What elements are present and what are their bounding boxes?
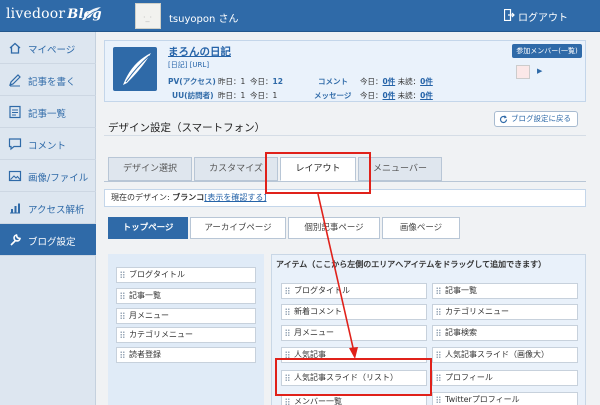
pv-today: 今日：12 bbox=[250, 77, 283, 86]
list-icon bbox=[9, 105, 21, 119]
drag-handle-icon[interactable] bbox=[436, 329, 441, 337]
sidebar-item-analytics[interactable]: アクセス解析 bbox=[0, 192, 96, 224]
tab-design-select[interactable]: デザイン選択 bbox=[108, 157, 192, 181]
username: tsuyopon さん bbox=[169, 14, 239, 25]
user-avatar[interactable]: ·_· bbox=[135, 3, 161, 29]
palette-item[interactable]: ブログタイトル bbox=[281, 283, 427, 299]
sidebar-item-write[interactable]: 記事を書く bbox=[0, 64, 96, 96]
heading-divider bbox=[104, 135, 586, 136]
comment-label: コメント bbox=[318, 77, 348, 86]
view-design-link[interactable]: [表示を確認する] bbox=[204, 193, 266, 202]
blog-title-link[interactable]: まろんの日記 bbox=[168, 44, 231, 59]
blog-icon[interactable] bbox=[113, 47, 157, 91]
uu-yesterday: 昨日：1 bbox=[218, 91, 246, 100]
message-label: メッセージ bbox=[314, 91, 352, 100]
back-to-settings-button[interactable]: ブログ設定に戻る bbox=[494, 111, 578, 127]
chevron-right-icon[interactable]: ▶ bbox=[537, 67, 542, 75]
chart-icon bbox=[10, 203, 20, 214]
drag-handle-icon[interactable] bbox=[120, 351, 125, 359]
layout-item[interactable]: 月メニュー bbox=[116, 308, 256, 324]
house-icon bbox=[9, 42, 21, 54]
palette-item[interactable]: 記事検索 bbox=[432, 325, 578, 341]
sidebar-item-mypage[interactable]: マイページ bbox=[0, 32, 96, 64]
blog-sub-links: [日記] [URL] bbox=[168, 60, 209, 70]
comment-today: 今日：0件 未読：0件 bbox=[360, 77, 433, 86]
refresh-icon bbox=[499, 115, 508, 124]
drag-handle-icon[interactable] bbox=[285, 308, 290, 316]
comment-icon bbox=[8, 138, 22, 151]
drag-handle-icon[interactable] bbox=[285, 287, 290, 295]
layout-item[interactable]: 読者登録 bbox=[116, 347, 256, 363]
drag-handle-icon[interactable] bbox=[120, 312, 125, 320]
palette-item[interactable]: 新着コメント bbox=[281, 304, 427, 320]
drag-handle-icon[interactable] bbox=[285, 329, 290, 337]
drag-handle-icon[interactable] bbox=[436, 396, 441, 404]
message-today: 今日：0件 未読：0件 bbox=[360, 91, 433, 100]
sidebar-item-images[interactable]: 画像/ファイル bbox=[0, 160, 96, 192]
slide-item-highlight bbox=[275, 358, 432, 396]
current-design-name: ブランコ bbox=[172, 193, 205, 202]
uu-today: 今日：1 bbox=[250, 91, 278, 100]
pencil-icon bbox=[9, 74, 21, 87]
member-avatar[interactable] bbox=[516, 65, 530, 79]
drag-handle-icon[interactable] bbox=[120, 292, 125, 300]
subtab-archive-page[interactable]: アーカイブページ bbox=[190, 217, 286, 239]
subtab-top-page[interactable]: トップページ bbox=[108, 217, 188, 239]
layout-tab-highlight bbox=[265, 152, 371, 194]
drag-handle-icon[interactable] bbox=[436, 374, 441, 382]
drag-handle-icon[interactable] bbox=[436, 351, 441, 359]
member-list-button[interactable]: 参加メンバー(一覧) bbox=[512, 44, 582, 58]
palette-item[interactable]: 人気記事スライド（画像大） bbox=[432, 347, 578, 363]
wrench-icon bbox=[10, 234, 21, 246]
diary-edit-link[interactable]: [日記] bbox=[168, 61, 187, 69]
palette-item[interactable]: 月メニュー bbox=[281, 325, 427, 341]
item-palette-title: アイテム（ここから左側のエリアへアイテムをドラッグして追加できます） bbox=[276, 260, 547, 269]
sidebar-item-comment[interactable]: コメント bbox=[0, 128, 96, 160]
layout-item[interactable]: カテゴリメニュー bbox=[116, 327, 256, 343]
image-icon bbox=[8, 170, 22, 182]
palette-item[interactable]: 記事一覧 bbox=[432, 283, 578, 299]
blog-url-link[interactable]: [URL] bbox=[190, 61, 209, 69]
subtab-image-page[interactable]: 画像ページ bbox=[382, 217, 460, 239]
pv-yesterday: 昨日：1 bbox=[218, 77, 246, 86]
drag-handle-icon[interactable] bbox=[285, 398, 290, 405]
sidebar-item-blog-settings[interactable]: ブログ設定 bbox=[0, 224, 96, 256]
feather-icon bbox=[123, 53, 151, 85]
palette-item[interactable]: プロフィール bbox=[432, 370, 578, 386]
drag-handle-icon[interactable] bbox=[436, 308, 441, 316]
layout-item[interactable]: 記事一覧 bbox=[116, 288, 256, 304]
page-title: デザイン設定（スマートフォン） bbox=[108, 122, 266, 134]
palette-item[interactable]: Twitterプロフィール bbox=[432, 392, 578, 405]
drag-handle-icon[interactable] bbox=[120, 331, 125, 339]
layout-item[interactable]: ブログタイトル bbox=[116, 267, 256, 283]
logout-icon bbox=[504, 9, 515, 21]
drag-handle-icon[interactable] bbox=[120, 271, 125, 279]
wing-icon bbox=[82, 7, 101, 20]
palette-item[interactable]: カテゴリメニュー bbox=[432, 304, 578, 320]
subtab-article-page[interactable]: 個別記事ページ bbox=[288, 217, 380, 239]
drag-handle-icon[interactable] bbox=[436, 287, 441, 295]
pv-label: PV(アクセス) bbox=[168, 77, 216, 86]
sidebar-item-articles[interactable]: 記事一覧 bbox=[0, 96, 96, 128]
uu-label: UU(訪問者) bbox=[172, 91, 214, 100]
logout-link[interactable]: ログアウト bbox=[504, 9, 568, 24]
avatar-face-icon: ·_· bbox=[143, 13, 153, 22]
